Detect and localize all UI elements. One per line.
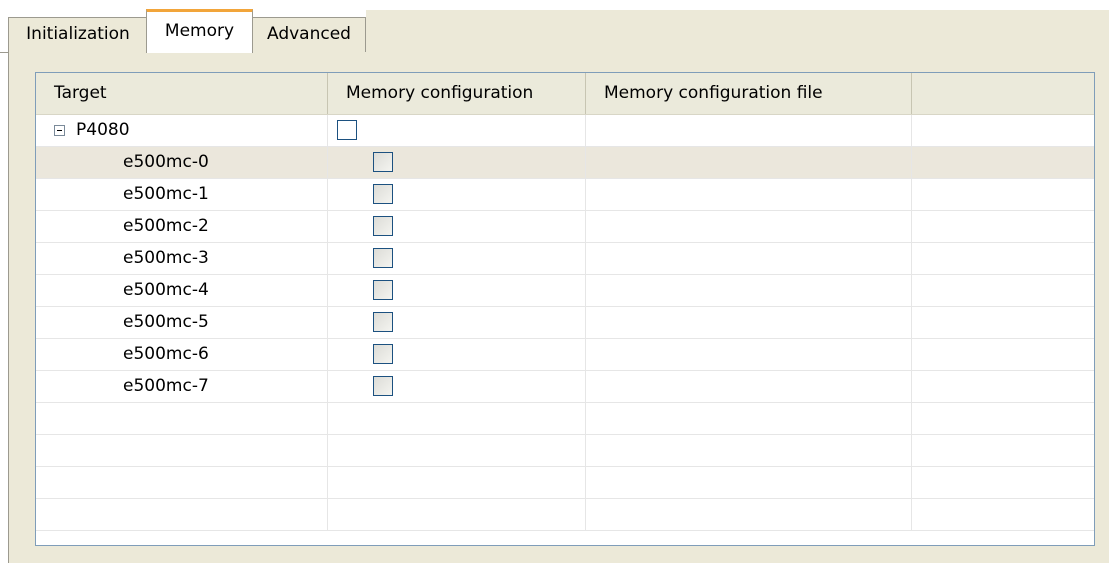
empty-cell [328,435,586,466]
target-label: P4080 [76,120,130,140]
empty-cell [586,435,912,466]
memory-configuration-file-cell[interactable] [586,275,912,306]
memory-configuration-file-cell[interactable] [586,243,912,274]
tab-initialization[interactable]: Initialization [8,17,148,52]
memory-configuration-cell [328,115,586,146]
memory-configuration-file-cell[interactable] [586,211,912,242]
empty-cell [328,403,586,434]
empty-cell [36,467,328,498]
target-cell: e500mc-7 [36,371,328,402]
empty-cell [912,403,1094,434]
table-row-e500mc-4[interactable]: e500mc-4 [36,275,1094,307]
memory-configuration-checkbox[interactable] [373,280,393,300]
target-cell: e500mc-1 [36,179,328,210]
memory-configuration-checkbox[interactable] [373,312,393,332]
empty-cell [36,435,328,466]
memory-configuration-checkbox[interactable] [373,344,393,364]
memory-configuration-cell [328,371,586,402]
target-label: e500mc-5 [123,312,209,332]
target-cell: e500mc-0 [36,147,328,178]
target-label: e500mc-6 [123,344,209,364]
memory-configuration-checkbox[interactable] [373,216,393,236]
memory-configuration-checkbox[interactable] [373,152,393,172]
target-cell: P4080 [36,115,328,146]
column-header-empty[interactable] [912,73,1094,114]
empty-cell [912,307,1094,338]
empty-cell [36,499,328,530]
memory-configuration-checkbox[interactable] [373,248,393,268]
target-label: e500mc-3 [123,248,209,268]
empty-row [36,467,1094,499]
memory-configuration-cell [328,211,586,242]
empty-cell [912,243,1094,274]
target-label: e500mc-0 [123,152,209,172]
target-cell: e500mc-6 [36,339,328,370]
table-row-e500mc-3[interactable]: e500mc-3 [36,243,1094,275]
target-label: e500mc-7 [123,376,209,396]
table-row-e500mc-0[interactable]: e500mc-0 [36,147,1094,179]
empty-cell [912,275,1094,306]
target-label: e500mc-4 [123,280,209,300]
memory-configuration-checkbox[interactable] [373,184,393,204]
table-row-e500mc-2[interactable]: e500mc-2 [36,211,1094,243]
memory-configuration-cell [328,307,586,338]
memory-configuration-file-cell[interactable] [586,147,912,178]
empty-row [36,403,1094,435]
column-header-memory-configuration-file[interactable]: Memory configuration file [586,73,912,114]
empty-row [36,499,1094,531]
memory-configuration-cell [328,275,586,306]
table-row-p4080[interactable]: P4080 [36,115,1094,147]
memory-table: Target Memory configuration Memory confi… [35,72,1095,546]
memory-configuration-file-cell[interactable] [586,339,912,370]
memory-configuration-checkbox[interactable] [337,120,357,140]
empty-cell [912,115,1094,146]
memory-configuration-cell [328,147,586,178]
memory-configuration-cell [328,179,586,210]
empty-row [36,435,1094,467]
table-row-e500mc-1[interactable]: e500mc-1 [36,179,1094,211]
table-header: Target Memory configuration Memory confi… [36,73,1094,115]
table-row-e500mc-7[interactable]: e500mc-7 [36,371,1094,403]
empty-cell [912,371,1094,402]
tab-memory[interactable]: Memory [146,9,253,53]
tab-advanced[interactable]: Advanced [252,17,366,52]
empty-cell [36,403,328,434]
column-header-memory-configuration[interactable]: Memory configuration [328,73,586,114]
memory-configuration-file-cell[interactable] [586,371,912,402]
empty-cell [912,499,1094,530]
empty-cell [586,499,912,530]
table-row-e500mc-5[interactable]: e500mc-5 [36,307,1094,339]
empty-cell [328,467,586,498]
table-row-e500mc-6[interactable]: e500mc-6 [36,339,1094,371]
tab-strip-background [366,10,1109,53]
target-cell: e500mc-2 [36,211,328,242]
empty-cell [912,435,1094,466]
memory-configuration-file-cell[interactable] [586,307,912,338]
memory-configuration-checkbox[interactable] [373,376,393,396]
empty-cell [912,339,1094,370]
target-cell: e500mc-4 [36,275,328,306]
column-header-target[interactable]: Target [36,73,328,114]
tab-strip: Initialization Memory Advanced [0,0,1109,53]
empty-cell [586,403,912,434]
memory-configuration-file-cell[interactable] [586,179,912,210]
empty-cell [912,179,1094,210]
empty-cell [586,467,912,498]
memory-configuration-file-cell[interactable] [586,115,912,146]
empty-cell [328,499,586,530]
table-body: P4080 e500mc-0 e500mc-1 e500mc-2 e500mc-… [36,115,1094,531]
target-label: e500mc-1 [123,184,209,204]
empty-cell [912,211,1094,242]
collapse-icon[interactable] [54,125,65,136]
empty-cell [912,147,1094,178]
target-cell: e500mc-3 [36,243,328,274]
memory-configuration-cell [328,339,586,370]
target-cell: e500mc-5 [36,307,328,338]
empty-cell [912,467,1094,498]
target-label: e500mc-2 [123,216,209,236]
memory-configuration-cell [328,243,586,274]
